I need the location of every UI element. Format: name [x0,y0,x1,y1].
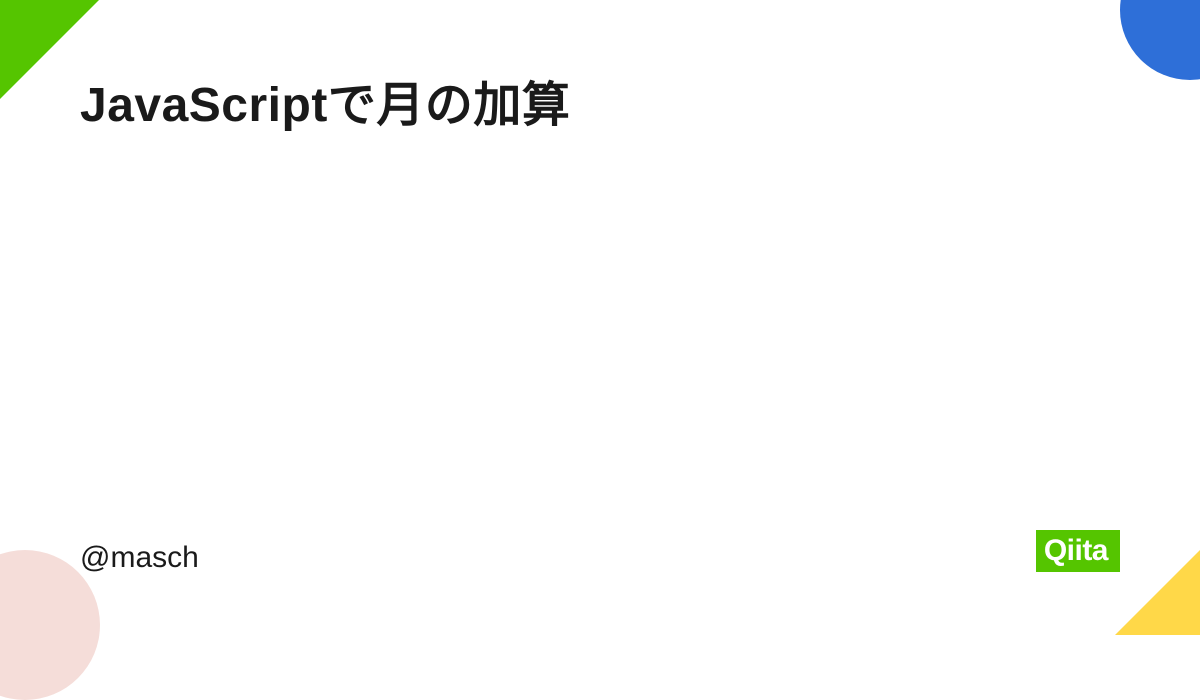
qiita-logo: Qiita [1036,530,1120,572]
corner-decoration-bottom-right [1115,545,1200,635]
qiita-logo-text: Qiita [1044,534,1108,568]
author-handle: @masch [80,541,199,575]
corner-decoration-top-right [1120,0,1200,80]
article-title: JavaScriptで月の加算 [80,72,1120,139]
